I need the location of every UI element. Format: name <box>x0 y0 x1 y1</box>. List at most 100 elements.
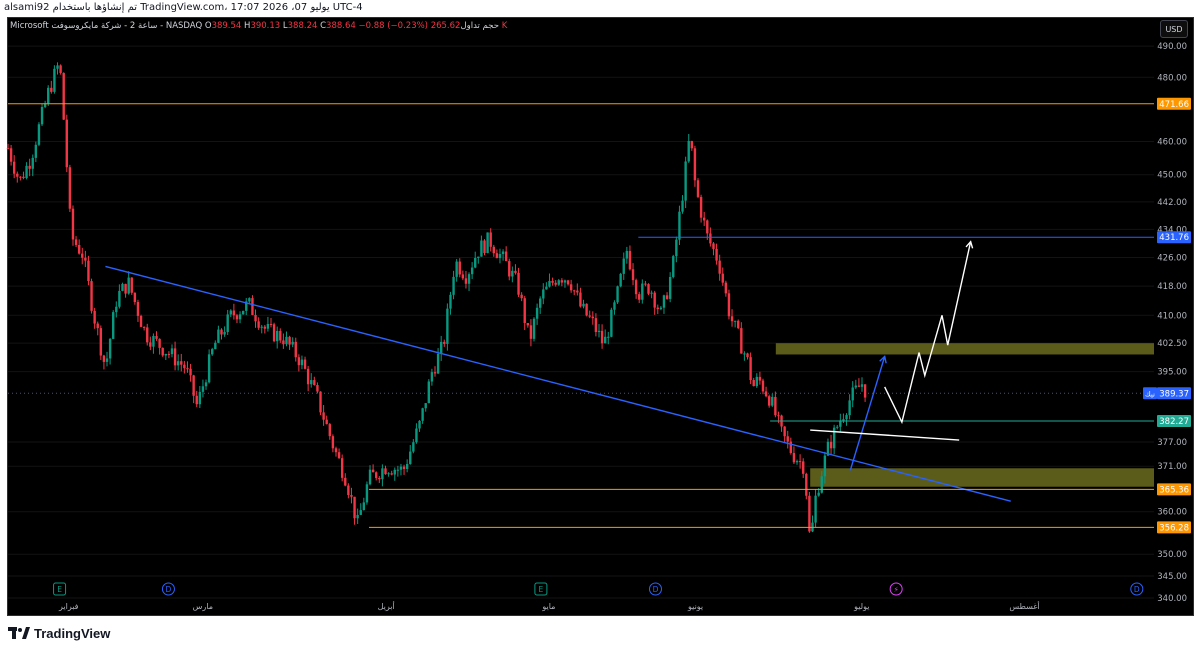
candle-body <box>124 283 127 294</box>
candle-body <box>542 289 545 299</box>
candle-body <box>557 280 560 285</box>
candle-body <box>594 318 598 333</box>
symbol-name[interactable]: Microsoft ساعة 2 - شركة مايكروسوفت - NAS… <box>10 21 202 31</box>
candle-body <box>433 372 437 374</box>
candle-body <box>31 157 34 169</box>
candle-body <box>87 260 90 282</box>
candle-body <box>74 239 78 245</box>
candle-body <box>696 180 700 197</box>
candle-body <box>173 348 177 366</box>
price-tick-label: 490.00 <box>1157 42 1187 52</box>
candle-body <box>121 283 124 291</box>
candle-body <box>347 485 350 496</box>
time-axis-label: فبراير <box>58 602 79 611</box>
candle-body <box>860 384 864 387</box>
candle-body <box>248 298 251 302</box>
candle-body <box>99 328 103 356</box>
candle-body <box>767 396 771 406</box>
price-label-text: 382.27 <box>1159 417 1189 427</box>
candle-body <box>610 309 613 337</box>
candle-body <box>183 364 186 369</box>
price-zone <box>775 343 1154 355</box>
candle-body <box>201 386 205 392</box>
high-value: 390.13 <box>250 21 281 31</box>
price-label-text: 365.36 <box>1159 485 1189 495</box>
candle-body <box>189 368 192 376</box>
candle-body <box>269 324 273 326</box>
candle-body <box>77 244 81 254</box>
candle-body <box>560 280 564 283</box>
candle-body <box>186 368 189 370</box>
candle-body <box>130 277 133 293</box>
candle-body <box>62 72 65 120</box>
candle-body <box>108 338 112 359</box>
candle-body <box>127 277 130 294</box>
tradingview-logo[interactable]: TradingView <box>8 626 110 644</box>
price-tick-label: 360.00 <box>1157 508 1187 518</box>
price-tick-label: 377.00 <box>1157 438 1187 448</box>
candle-body <box>802 461 805 474</box>
candle-body <box>504 251 508 262</box>
candle-body <box>529 325 533 339</box>
candle-body <box>310 380 313 385</box>
candle-body <box>480 240 483 257</box>
candle-body <box>501 251 505 255</box>
candle-body <box>241 310 245 315</box>
price-tick-label: 418.00 <box>1157 282 1187 292</box>
candle-body <box>288 336 291 345</box>
candle-body <box>486 232 489 254</box>
candle-body <box>829 441 833 449</box>
candle-body <box>548 280 551 287</box>
chart-svg[interactable]: 490.00480.00460.00450.00442.00434.00426.… <box>0 0 1200 654</box>
candle-body <box>378 477 381 480</box>
candle-body <box>597 330 601 333</box>
candle-body <box>851 387 854 401</box>
price-tick-label: 442.00 <box>1157 198 1187 208</box>
candle-body <box>334 448 338 453</box>
candle-body <box>266 324 270 329</box>
candle-body <box>68 167 72 209</box>
event-marker-label: D <box>166 585 172 594</box>
price-tick-label: 395.00 <box>1157 368 1187 378</box>
candle-body <box>836 426 839 428</box>
candle-body <box>263 326 267 329</box>
price-tick-label: 350.00 <box>1157 550 1187 560</box>
candle-body <box>214 342 217 350</box>
candle-body <box>774 396 777 416</box>
candle-body <box>53 68 56 92</box>
time-axis-label: أغسطس <box>1009 601 1039 611</box>
candle-body <box>857 385 861 387</box>
candle-body <box>733 320 737 322</box>
candle-body <box>59 65 62 73</box>
currency-button[interactable]: USD <box>1160 20 1188 38</box>
candle-body <box>764 391 768 397</box>
candle-body <box>489 232 492 247</box>
candle-body <box>421 408 424 421</box>
price-axis: 490.00480.00460.00450.00442.00434.00426.… <box>1143 42 1191 604</box>
candle-body <box>458 261 461 275</box>
candle-body <box>139 315 143 327</box>
candle-body <box>699 196 703 218</box>
candle-body <box>12 161 16 174</box>
symbol-legend: Microsoft ساعة 2 - شركة مايكروسوفت - NAS… <box>10 21 507 35</box>
candle-body <box>396 469 400 471</box>
candle-body <box>232 310 236 316</box>
price-tick-label: 340.00 <box>1157 594 1187 604</box>
candle-body <box>579 292 582 307</box>
candle-body <box>455 261 458 277</box>
candle-body <box>90 281 93 311</box>
candle-body <box>672 256 675 277</box>
candle-body <box>275 330 279 342</box>
candle-body <box>279 330 282 341</box>
candle-body <box>737 320 740 329</box>
candle-body <box>443 341 446 344</box>
candle-body <box>6 148 10 150</box>
price-tick-label: 371.00 <box>1157 462 1187 472</box>
candle-body <box>164 353 168 356</box>
candle-body <box>693 148 697 181</box>
candle-body <box>81 253 84 258</box>
candle-body <box>170 348 174 355</box>
candle-body <box>845 415 848 420</box>
time-axis: فبراير مارس أبريل مايو يونيو يوليو أغسطس <box>58 601 1040 611</box>
event-marker-label: E <box>57 585 62 594</box>
